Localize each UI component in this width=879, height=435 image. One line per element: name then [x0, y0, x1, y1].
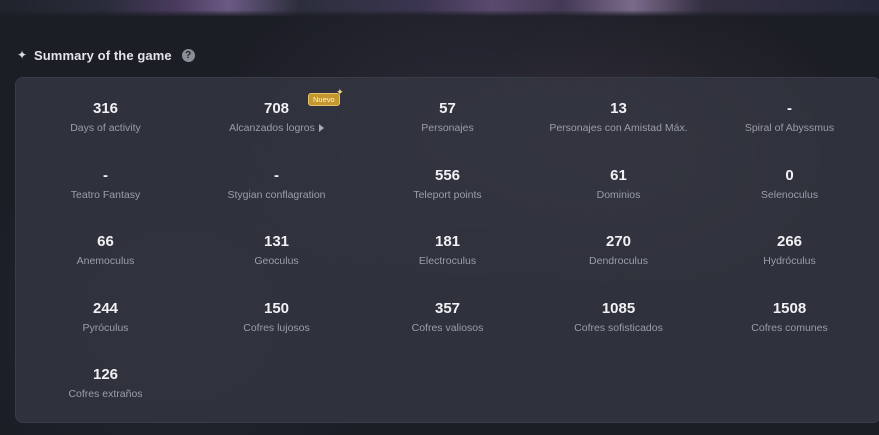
stat-value: 66 — [97, 233, 114, 250]
new-badge: Nuevo ✦ — [308, 88, 344, 106]
stat-value: 61 — [610, 166, 627, 184]
stat-value: 150 — [263, 299, 290, 317]
stat-value: 244 — [92, 299, 119, 317]
stat-stygian-conflagration: - Stygian conflagration — [191, 167, 362, 234]
achievements-link[interactable]: Alcanzados logros — [229, 121, 324, 135]
stat-label: Teleport points — [413, 188, 482, 201]
stat-value: 181 — [434, 233, 461, 250]
sparkle-icon: ✦ — [16, 48, 28, 62]
stat-hydroculus: 266 Hydróculus — [704, 233, 875, 300]
stat-pyroculus: 244 Pyróculus — [20, 300, 191, 367]
stat-label: Personajes — [421, 122, 474, 134]
summary-panel: 316 Days of activity 708 Nuevo ✦ Alcanzad… — [15, 77, 879, 423]
stat-achievements[interactable]: 708 Nuevo ✦ Alcanzados logros — [191, 88, 362, 167]
stat-geoculus: 131 Geoculus — [191, 233, 362, 300]
stat-remarkable-chests: 126 Cofres extraños — [20, 366, 191, 433]
stat-value: 57 — [439, 100, 456, 117]
stat-luxurious-chests: 150 Cofres lujosos — [191, 300, 362, 367]
stat-electroculus: 181 Electroculus — [362, 233, 533, 300]
stat-label: Electroculus — [418, 255, 477, 267]
stat-value: - — [103, 166, 108, 184]
stat-label: Hydróculus — [763, 255, 816, 267]
stat-label: Selenoculus — [760, 188, 819, 201]
stat-value: 0 — [785, 166, 794, 184]
stat-label: Days of activity — [70, 122, 141, 134]
stat-characters: 57 Personajes — [362, 100, 533, 167]
stat-common-chests: 1508 Cofres comunes — [704, 300, 875, 367]
stat-value: - — [274, 166, 279, 184]
stat-value: 1508 — [772, 299, 807, 317]
stat-label: Cofres lujosos — [243, 321, 310, 334]
stat-max-friendship-characters: 13 Personajes con Amistad Máx. — [533, 100, 704, 167]
stat-label: Dominios — [596, 188, 641, 201]
stat-precious-chests: 357 Cofres valiosos — [362, 300, 533, 367]
stat-value: 270 — [605, 233, 632, 250]
question-circle-icon[interactable]: ? — [181, 48, 195, 62]
stat-value: 131 — [263, 233, 290, 250]
stat-spiral-abyss: - Spiral of Abyssmus — [704, 100, 875, 167]
badge-label: Nuevo — [313, 95, 335, 104]
stats-grid: 316 Days of activity 708 Nuevo ✦ Alcanzad… — [20, 88, 875, 433]
stat-value: - — [787, 100, 792, 117]
stat-value: 13 — [610, 100, 627, 117]
section-header: ✦ Summary of the game ? — [16, 46, 195, 64]
stat-value: 556 — [434, 166, 461, 184]
badge-sparkle-icon: ✦ — [336, 87, 344, 97]
stat-label: Cofres sofisticados — [574, 321, 663, 334]
stat-value: 357 — [434, 299, 461, 317]
stat-selenoculus: 0 Selenoculus — [704, 167, 875, 234]
stat-anemoculus: 66 Anemoculus — [20, 233, 191, 300]
stat-label: Pyróculus — [82, 321, 129, 334]
stat-label: Teatro Fantasy — [70, 188, 141, 201]
stat-label: Cofres valiosos — [411, 321, 484, 334]
stat-days-of-activity: 316 Days of activity — [20, 100, 191, 167]
stat-label: Dendroculus — [589, 255, 648, 267]
stat-exquisite-chests: 1085 Cofres sofisticados — [533, 300, 704, 367]
stat-domains: 61 Dominios — [533, 167, 704, 234]
stat-label: Alcanzados logros — [229, 122, 315, 134]
header-banner-image — [0, 0, 879, 16]
stat-dendroculus: 270 Dendroculus — [533, 233, 704, 300]
stat-teleport-points: 556 Teleport points — [362, 167, 533, 234]
stat-label: Spiral of Abyssmus — [744, 122, 835, 134]
stat-value: 266 — [776, 233, 803, 250]
stat-value: 1085 — [601, 299, 636, 317]
stat-label: Cofres extraños — [68, 388, 143, 400]
stat-label: Stygian conflagration — [227, 188, 326, 201]
stat-value: 126 — [92, 366, 119, 383]
stat-label: Anemoculus — [76, 255, 135, 267]
section-title: Summary of the game — [34, 47, 172, 63]
stat-value: 316 — [92, 100, 119, 117]
stat-label: Cofres comunes — [751, 321, 828, 334]
stat-fantasy-theater: - Teatro Fantasy — [20, 167, 191, 234]
stat-label: Personajes con Amistad Máx. — [549, 122, 688, 134]
chevron-right-icon — [318, 124, 324, 132]
stat-label: Geoculus — [254, 255, 299, 267]
